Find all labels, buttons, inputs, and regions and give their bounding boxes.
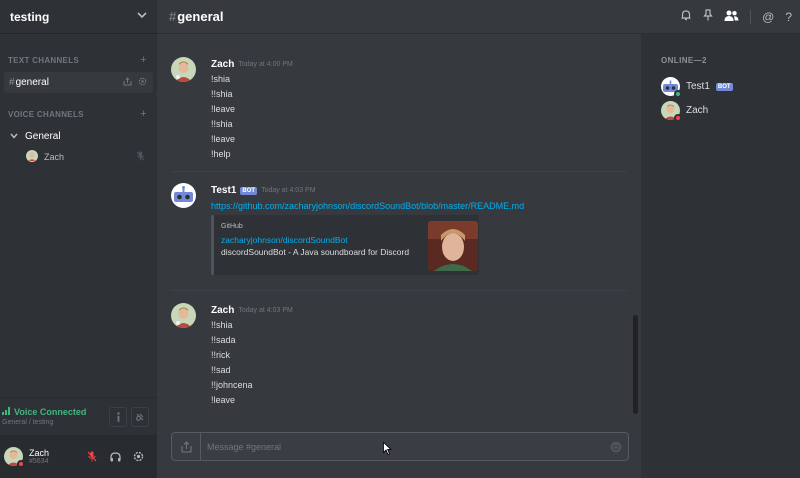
headphones-icon[interactable] [106,448,124,466]
chat-area: #general Zach Today at 4:00 PM !shia !!s… [157,0,641,478]
author-name[interactable]: Zach [211,305,234,316]
embed-provider: GitHub [221,223,243,230]
hash-icon: # [9,77,15,88]
link-embed: GitHub zacharyjohnson/discordSoundBot di… [211,215,479,275]
message-group: Zach Today at 4:03 PM !!shia !!sada !!ri… [157,291,629,419]
user-tag: #5634 [29,458,49,465]
author-name[interactable]: Zach [211,59,234,70]
timestamp: Today at 4:03 PM [261,187,316,194]
message-text: !!sad [211,365,231,375]
member-name: Test1 [686,81,710,92]
author-name[interactable]: Test1 [211,185,236,196]
gear-icon[interactable] [129,448,147,466]
voice-user-zach[interactable]: Zach [0,148,157,166]
avatar[interactable] [171,183,196,208]
voice-connected-label: Voice Connected [14,407,87,417]
channel-title: #general [169,9,224,24]
avatar[interactable] [4,447,25,468]
message-composer [171,432,629,461]
mic-muted-icon [136,151,145,163]
voice-user-name: Zach [44,152,65,162]
mic-muted-icon[interactable] [83,448,101,466]
disconnect-button[interactable] [131,406,149,427]
status-dot [17,460,25,468]
sidebar-item-general[interactable]: #general [4,72,153,93]
signal-icon [2,407,11,417]
timestamp: Today at 4:03 PM [238,307,293,314]
bot-badge: BOT [715,82,733,91]
message-text: !shia [211,74,231,84]
text-channels-category[interactable]: TEXT CHANNELS + [0,54,157,66]
message-group: Test1 BOT Today at 4:03 PM https://githu… [157,172,629,292]
message-input[interactable] [201,441,604,452]
message-list[interactable]: Zach Today at 4:00 PM !shia !!shia !leav… [157,34,641,419]
member-list: ONLINE—2 Test1 BOT Zach [641,34,800,478]
member-item-test1[interactable]: Test1 BOT [661,77,733,98]
message-text: !leave [211,104,236,114]
voice-channels-label: VOICE CHANNELS [8,109,84,119]
member-item-zach[interactable]: Zach [661,101,709,122]
embed-thumbnail[interactable] [428,221,478,271]
message-text: !!johncena [211,380,253,390]
voice-channel-name: General [25,130,61,142]
avatar[interactable] [171,57,196,82]
invite-icon[interactable] [123,77,132,88]
message-text: !leave [211,134,236,144]
voice-connected-subtitle: General / testing [2,419,54,426]
add-voice-channel-icon[interactable]: + [140,108,147,120]
scrollbar-thumb[interactable] [633,315,638,414]
chat-header: #general [157,0,641,34]
header-toolbar: @ ? [641,0,800,34]
channel-sidebar: testing TEXT CHANNELS + #general VOICE C… [0,0,157,478]
bot-badge: BOT [240,186,258,195]
hash-icon: # [169,9,177,24]
member-name: Zach [686,105,709,116]
voice-channel-general[interactable]: General [0,126,157,146]
help-icon[interactable]: ? [785,10,792,24]
message-text: !!sada [211,335,236,345]
mouse-cursor-icon [383,441,393,456]
user-name: Zach [29,448,50,458]
avatar [661,101,682,122]
voice-connected-panel: Voice Connected General / testing [0,397,157,435]
message-text: !!shia [211,119,233,129]
pin-icon[interactable] [703,9,713,24]
embed-description: discordSoundBot - A Java soundboard for … [221,247,410,257]
member-list-icon[interactable] [724,10,739,24]
voice-info-button[interactable] [109,406,127,427]
upload-icon[interactable] [172,433,201,460]
text-channels-label: TEXT CHANNELS [8,55,80,65]
timestamp: Today at 4:00 PM [238,61,293,68]
avatar[interactable] [171,303,196,328]
avatar [661,77,682,98]
status-dnd-dot [674,114,682,122]
server-name: testing [10,9,50,24]
bell-icon[interactable] [680,9,692,24]
gear-icon[interactable] [138,77,147,88]
emoji-icon[interactable] [604,441,628,453]
avatar [26,150,38,164]
mention-icon[interactable]: @ [762,10,774,24]
add-text-channel-icon[interactable]: + [140,54,147,66]
message-text: !!shia [211,320,233,330]
channel-name: general [15,77,49,88]
message-text: !!shia [211,89,233,99]
message-text: !!rick [211,350,230,360]
message-group: Zach Today at 4:00 PM !shia !!shia !leav… [157,34,629,174]
caret-down-icon [10,132,18,141]
message-link[interactable]: https://github.com/zacharyjohnson/discor… [211,201,524,211]
status-online-dot [674,90,682,98]
voice-channels-category[interactable]: VOICE CHANNELS + [0,108,157,120]
toolbar-divider [750,9,752,24]
chevron-down-icon[interactable] [137,11,147,22]
members-online-header: ONLINE—2 [661,56,707,65]
embed-title-link[interactable]: zacharyjohnson/discordSoundBot [221,235,348,245]
server-header[interactable]: testing [0,0,157,34]
message-text: !leave [211,395,236,405]
message-text: !help [211,149,231,159]
user-panel: Zach #5634 [0,435,157,478]
